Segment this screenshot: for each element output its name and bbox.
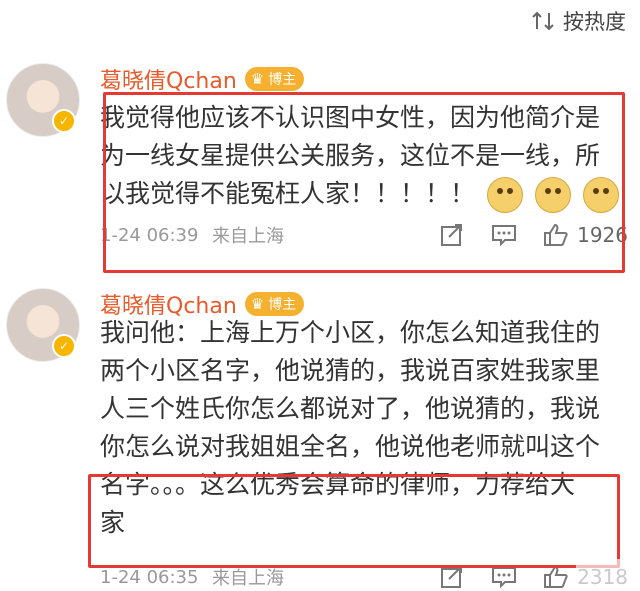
comment-location: 来自上海 — [212, 568, 284, 589]
comment-line: 我问他：上海上万个小区，你怎么知道我住的 — [100, 318, 601, 347]
comment-meta: 1-24 06:35 来自上海 2318 — [100, 564, 628, 590]
share-button[interactable] — [439, 223, 465, 247]
share-icon — [441, 566, 463, 588]
comment-line: 你怎么说对我姐姐全名，他说他老师就叫这个 — [100, 432, 601, 461]
reply-button[interactable] — [491, 565, 517, 589]
comment-icon — [492, 225, 517, 247]
like-button[interactable]: 1926 — [543, 223, 628, 247]
verified-icon: ✓ — [52, 334, 76, 358]
comment-line: 以我觉得不能冤枉人家！！！！！ — [100, 175, 620, 213]
doge-emoji-icon — [582, 177, 619, 213]
watermark-overlay — [576, 559, 632, 585]
avatar[interactable]: ✓ — [6, 288, 80, 362]
badge-label: 博主 — [268, 72, 297, 88]
comment-line: 家 — [100, 508, 126, 537]
comment-line: 两个小区名字，他说猜的，我说百家姓我家里 — [100, 356, 601, 385]
comment-meta: 1-24 06:39 来自上海 1926 — [100, 222, 628, 248]
comment-icon — [492, 567, 517, 589]
comment-time: 1-24 06:39 — [100, 224, 199, 246]
sort-label: 按热度 — [563, 10, 626, 34]
user-info: 葛晓倩Qchan ♛ 博主 — [100, 63, 305, 95]
comment-line: 人三个姓氏你怎么都说对了，他说猜的，我说 — [100, 394, 601, 423]
crown-icon: ♛ — [250, 295, 265, 313]
comment-line: 名字。。。这么优秀会算命的律师，力荐给大 — [100, 470, 576, 499]
blogger-badge: ♛ 博主 — [244, 292, 305, 316]
share-icon — [441, 224, 463, 246]
comment-actions: 1926 — [439, 223, 628, 247]
verified-icon: ✓ — [52, 109, 76, 133]
share-button[interactable] — [439, 565, 465, 589]
comment-line-text: 以我觉得不能冤枉人家！！！！！ — [100, 179, 476, 208]
comment-text: 我觉得他应该不认识图中女性，因为他简介是 为一线女星提供公关服务，这位不是一线，… — [100, 99, 620, 213]
doge-emoji-icon — [534, 177, 571, 213]
badge-label: 博主 — [268, 297, 297, 313]
avatar[interactable]: ✓ — [6, 63, 80, 137]
comment-text: 我问他：上海上万个小区，你怎么知道我住的 两个小区名字，他说猜的，我说百家姓我家… — [100, 314, 620, 542]
comment-line: 我觉得他应该不认识图中女性，因为他简介是 — [100, 103, 601, 132]
doge-emoji-icon — [486, 177, 523, 213]
comment-time: 1-24 06:35 — [100, 566, 199, 588]
thumbs-up-icon — [544, 565, 568, 588]
reply-button[interactable] — [491, 223, 517, 247]
crown-icon: ♛ — [250, 70, 265, 88]
username-link[interactable]: 葛晓倩Qchan — [100, 63, 237, 95]
sort-icon — [532, 11, 554, 31]
blogger-badge: ♛ 博主 — [244, 67, 305, 91]
comment-location: 来自上海 — [212, 226, 284, 247]
like-count: 1926 — [577, 223, 628, 247]
comment-line: 为一线女星提供公关服务，这位不是一线，所 — [100, 141, 601, 170]
thumbs-up-icon — [544, 223, 568, 246]
sort-by-hotness-control[interactable]: 按热度 — [531, 6, 626, 36]
